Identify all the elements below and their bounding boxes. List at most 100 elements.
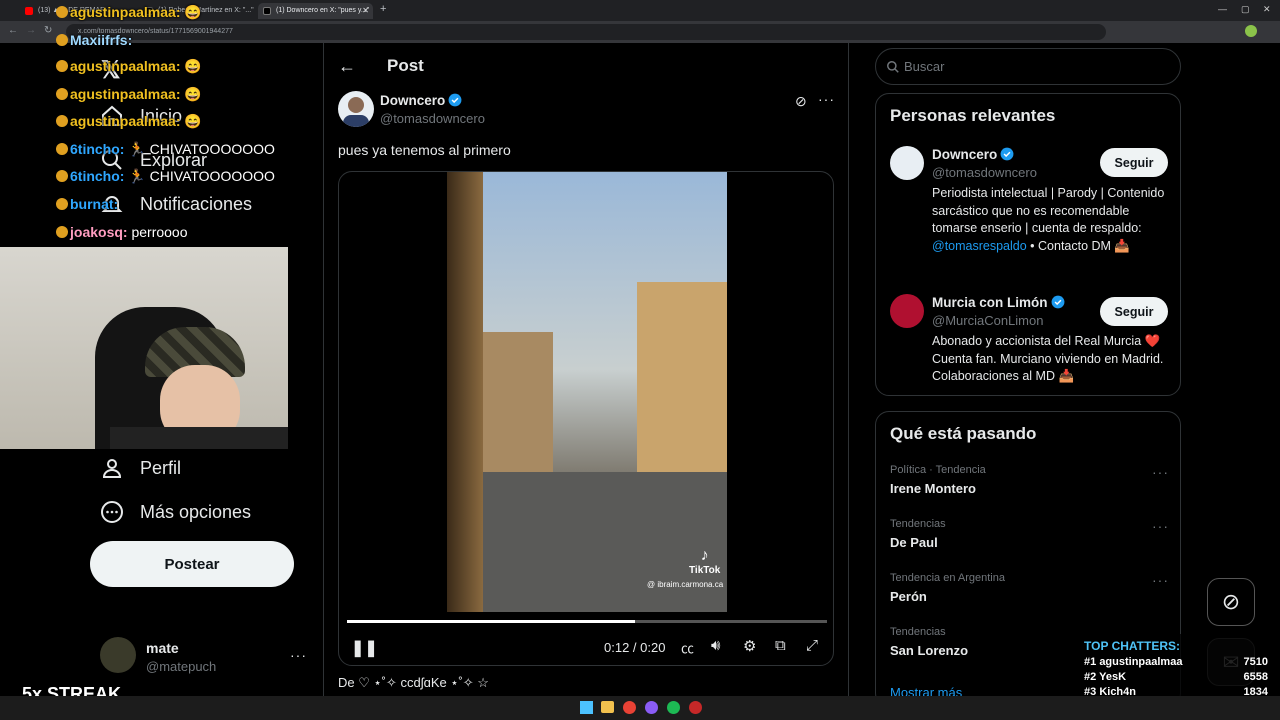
post-button[interactable]: Postear	[90, 541, 294, 587]
author-handle: @tomasdowncero	[380, 111, 485, 126]
account-name: mate	[146, 640, 179, 656]
trend-context: Tendencia en Argentina	[890, 572, 1005, 584]
person-avatar[interactable]	[890, 294, 924, 328]
top-chatter-row: #2 YesK 6558	[1084, 671, 1268, 683]
grok-fab-icon[interactable]: ⊘	[1207, 578, 1255, 626]
chat-badge-icon	[56, 88, 68, 100]
back-arrow-icon[interactable]: ←	[338, 56, 356, 77]
chat-message: burnat:	[56, 196, 118, 212]
forward-icon[interactable]: →	[26, 25, 36, 36]
trend-more-icon[interactable]: ···	[1152, 464, 1169, 480]
reply-preview: De ♡ ⋆˚✧ ccdʃɑKe ⋆˚✧ ☆	[338, 675, 489, 690]
search-input[interactable]: Buscar	[875, 48, 1181, 85]
trend-more-icon[interactable]: ···	[1152, 518, 1169, 534]
nav-item-more[interactable]: Más opciones	[100, 500, 251, 524]
chat-message: agustinpaalmaa: 😄	[56, 58, 202, 75]
person-name[interactable]: Murcia con Limón	[932, 295, 1065, 310]
divider	[323, 43, 324, 720]
chat-username: agustinpaalmaa:	[70, 58, 181, 74]
person-name[interactable]: Downcero	[932, 147, 1014, 162]
person-avatar[interactable]	[890, 146, 924, 180]
chat-message: agustinpaalmaa: 😄	[56, 4, 202, 21]
follow-button[interactable]: Seguir	[1100, 297, 1168, 326]
tab-title: (1) Downcero en X: "pues y..."	[276, 7, 370, 14]
chat-badge-icon	[56, 60, 68, 72]
bio-mention-link[interactable]: @tomasrespaldo	[932, 239, 1027, 253]
verified-badge-icon	[448, 93, 462, 107]
video-progress-track[interactable]	[347, 620, 827, 623]
video-player[interactable]: ♪ TikTok @ ibraim.carmona.ca ❚❚ 0:12 / 0…	[338, 171, 834, 666]
chat-badge-icon	[56, 198, 68, 210]
webcam-overlay	[0, 247, 288, 449]
trend-item[interactable]: Política · Tendencia Irene Montero	[890, 464, 986, 496]
chat-username: agustinpaalmaa:	[70, 4, 181, 20]
close-tab-icon[interactable]: ✕	[362, 6, 369, 15]
trend-more-icon[interactable]: ···	[1152, 572, 1169, 588]
author-avatar[interactable]	[338, 91, 374, 127]
nav-item-profile[interactable]: Perfil	[100, 456, 181, 480]
profile-avatar[interactable]	[1245, 25, 1257, 37]
trend-name: Irene Montero	[890, 481, 976, 496]
verified-badge-icon	[1051, 295, 1064, 309]
trend-item[interactable]: Tendencias De Paul	[890, 518, 946, 550]
chat-username: burnat:	[70, 196, 119, 212]
chat-text: 😄	[180, 113, 202, 129]
chatter-rank: #2	[1084, 671, 1097, 683]
trend-context: Tendencias	[890, 626, 946, 638]
chatter-count: 7510	[1243, 656, 1268, 668]
author-name[interactable]: Downcero	[380, 93, 462, 108]
account-avatar[interactable]	[100, 637, 136, 673]
trend-context: Política · Tendencia	[890, 464, 986, 476]
chat-username: agustinpaalmaa:	[70, 86, 181, 102]
close-window-icon[interactable]: ✕	[1263, 4, 1271, 15]
post-more-icon[interactable]: ···	[818, 91, 835, 107]
back-icon[interactable]: ←	[8, 25, 18, 36]
person-icon	[102, 459, 122, 478]
app-icon[interactable]	[689, 701, 702, 714]
captions-icon[interactable]: ㏄	[681, 638, 694, 657]
follow-button[interactable]: Seguir	[1100, 148, 1168, 177]
verified-badge-icon	[1000, 147, 1014, 161]
spotify-icon[interactable]	[667, 701, 680, 714]
fullscreen-icon[interactable]: ⤢	[806, 637, 818, 654]
youtube-icon	[25, 7, 33, 15]
chatter-count: 6558	[1243, 671, 1268, 683]
new-tab-icon[interactable]: +	[380, 3, 386, 15]
chat-text: 😄	[180, 4, 202, 20]
file-explorer-icon[interactable]	[601, 701, 614, 713]
search-icon	[887, 61, 899, 73]
volume-icon[interactable]: 🔊︎	[711, 637, 720, 654]
chat-badge-icon	[56, 34, 68, 46]
maximize-icon[interactable]: ▢	[1241, 4, 1250, 15]
app-icon[interactable]	[645, 701, 658, 714]
video-frame	[447, 172, 727, 612]
nav-item-notifications[interactable]: Notificaciones	[100, 192, 252, 216]
minimize-icon[interactable]: —	[1218, 4, 1227, 14]
relevant-people-card: Personas relevantes Downcero @tomasdownc…	[875, 93, 1181, 396]
person-bio: Periodista intelectual | Parody | Conten…	[932, 185, 1168, 255]
trend-item[interactable]: Tendencia en Argentina Perón	[890, 572, 1005, 604]
bio-text: • Contacto DM 📥	[1026, 238, 1130, 253]
settings-gear-icon[interactable]: ⚙	[743, 637, 756, 655]
page-title: Post	[387, 56, 424, 75]
trend-name: San Lorenzo	[890, 643, 969, 658]
chrome-icon[interactable]	[623, 701, 636, 714]
bio-text: Periodista intelectual | Parody | Conten…	[932, 186, 1165, 235]
card-title: Qué está pasando	[890, 424, 1037, 443]
account-more-icon[interactable]: ···	[290, 647, 307, 663]
building-right	[637, 282, 727, 502]
trend-item[interactable]: Tendencias San Lorenzo	[890, 626, 968, 658]
url-input[interactable]: x.com/tomasdowncero/status/1771569001944…	[66, 24, 1106, 40]
reload-icon[interactable]: ↻	[44, 25, 52, 36]
chatter-name: YesK	[1099, 671, 1127, 683]
browser-tab-active[interactable]: (1) Downcero en X: "pues y..." ✕	[258, 3, 373, 19]
windows-start-icon[interactable]	[580, 701, 593, 714]
pip-icon[interactable]: ⧉	[775, 637, 786, 654]
nav-label: Más opciones	[140, 501, 252, 522]
grok-icon[interactable]: ⊘	[795, 93, 807, 110]
windows-taskbar	[0, 696, 1280, 720]
chat-text: 😄	[180, 58, 202, 74]
chat-badge-icon	[56, 115, 68, 127]
building-left	[447, 172, 483, 612]
pause-icon[interactable]: ❚❚	[351, 638, 378, 658]
